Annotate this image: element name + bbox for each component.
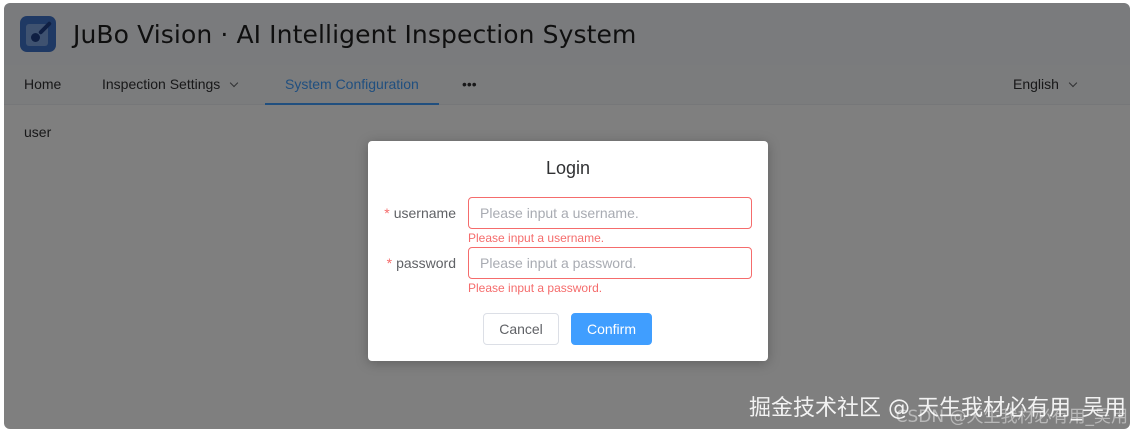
confirm-button[interactable]: Confirm bbox=[571, 313, 652, 345]
username-label: * username bbox=[384, 197, 456, 229]
username-label-text: username bbox=[393, 205, 456, 221]
username-input[interactable] bbox=[468, 197, 752, 229]
password-error: Please input a password. bbox=[468, 281, 603, 295]
required-mark: * bbox=[386, 255, 393, 271]
password-row: * password Please input a password. bbox=[368, 247, 768, 295]
cancel-button[interactable]: Cancel bbox=[483, 313, 559, 345]
required-mark: * bbox=[384, 205, 390, 221]
password-label-text: password bbox=[396, 255, 456, 271]
username-error: Please input a username. bbox=[468, 231, 605, 245]
watermark: 掘金技术社区 @ 天生我材必有用_吴用 bbox=[749, 396, 1126, 421]
username-row: * username Please input a username. bbox=[368, 197, 768, 245]
login-dialog: Login * username Please input a username.… bbox=[368, 141, 768, 361]
app-window: JuBo Vision · AI Intelligent Inspection … bbox=[4, 3, 1130, 429]
dialog-title: Login bbox=[545, 158, 591, 178]
password-label: * password bbox=[387, 247, 456, 279]
password-input[interactable] bbox=[468, 247, 752, 279]
